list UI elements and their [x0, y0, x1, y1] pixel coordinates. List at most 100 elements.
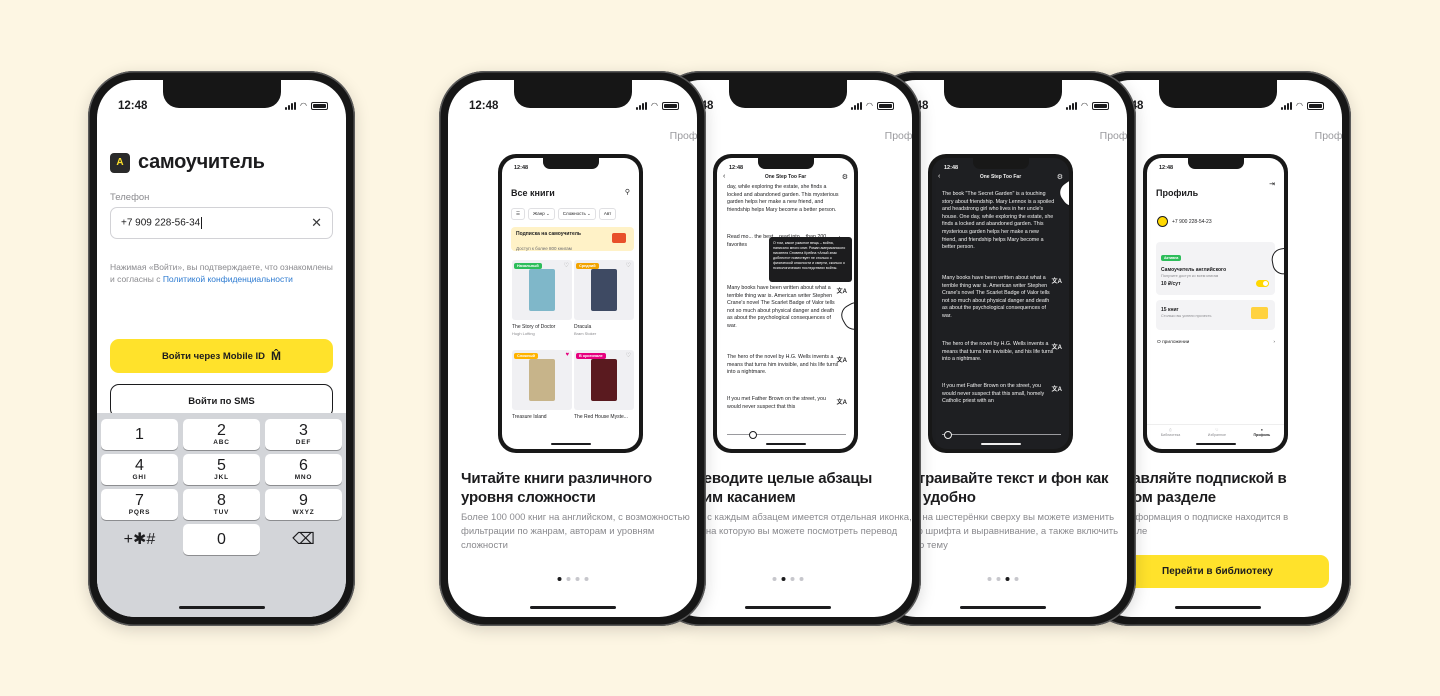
go-to-library-button[interactable]: Перейти в библиотеку: [1106, 555, 1329, 588]
key-digit: 6: [299, 457, 308, 474]
mini-phone-screen: 12:48 Все книги ⚲ ☰ Жанр ⌄ Сложность ⌄ Авт Подп…: [502, 158, 639, 449]
keypad-key-11[interactable]: 0: [183, 524, 260, 555]
profile-link[interactable]: Профиль: [670, 130, 697, 142]
chevron-right-icon: ›: [1273, 340, 1275, 345]
home-indicator: [959, 605, 1046, 609]
key-digit: 4: [135, 457, 144, 474]
mobile-id-login-button[interactable]: Войти через Mobile ID M̂: [110, 339, 333, 373]
slider-knob: [749, 430, 757, 439]
signal-icon: [636, 101, 648, 110]
translate-icon: 文A: [1051, 279, 1062, 285]
page-dots: [987, 577, 1018, 581]
translation-popup: О том, какое ужасное вещь – война, напис…: [769, 237, 852, 282]
page-dot: [1014, 577, 1018, 581]
favorite-heart-icon: ♡: [625, 353, 631, 359]
level-tag: В оригинале: [576, 353, 606, 359]
tab-label: Библиотека: [1160, 433, 1181, 437]
page-dot: [790, 577, 794, 581]
battery-icon: [877, 101, 894, 110]
settings-gear-icon: ⚙: [841, 174, 848, 181]
mini-notch: [1187, 158, 1244, 169]
onboarding-phone-1: 12:48 ◠ Профиль 12:48Все книги⚲☰Жанр ⌄Сложн…: [439, 71, 706, 626]
wifi-icon: ◠: [651, 101, 658, 110]
wifi-icon: ◠: [300, 101, 307, 110]
keypad-key-4[interactable]: 4 GHI: [101, 454, 178, 485]
mini-tab-bar: ▯ Библиотека ♡ Избранное ● Профиль: [1147, 424, 1284, 437]
translate-icon: 文A: [1051, 345, 1062, 351]
book-author: Bram Stoker: [574, 331, 597, 336]
tab-label: Избранное: [1207, 433, 1226, 437]
filter-settings-icon: ☰: [511, 208, 526, 220]
key-digit: 8: [217, 492, 226, 509]
book-author: Hugh Lofting: [512, 331, 535, 336]
cover-art: [529, 269, 555, 311]
tab-2: ♡ Избранное: [1208, 428, 1226, 437]
favorite-heart-icon: ♡: [625, 263, 631, 269]
keypad-key-8[interactable]: 8 TUV: [183, 489, 260, 520]
privacy-policy-link[interactable]: Политикой конфиденциальности: [163, 274, 293, 284]
page-dot: [987, 577, 991, 581]
level-tag: Средний: [576, 263, 599, 269]
profile-link[interactable]: Профиль: [1315, 130, 1342, 142]
reader-paragraph: If you met Father Brown on the street, y…: [727, 396, 826, 410]
keypad-key-2[interactable]: 2 ABC: [183, 419, 260, 450]
brand-name: самоучитель: [138, 151, 265, 173]
profile-link[interactable]: Профиль: [885, 130, 912, 142]
reader-paragraph: The hero of the novel by H.G. Wells inve…: [727, 354, 839, 376]
logout-icon: ⇥: [1269, 181, 1275, 188]
cover-art: [591, 269, 617, 311]
level-tag: Сложный: [514, 353, 538, 359]
phone-value: +7 909 228-56-34: [121, 217, 201, 229]
filter-chip: Жанр ⌄: [528, 208, 555, 220]
mini-status-time: 12:48: [729, 165, 744, 171]
login-screen: 12:48 ◠ А самоучитель Телефон +7 909 228…: [97, 80, 346, 617]
wifi-icon: ◠: [866, 101, 873, 110]
keypad-key-9[interactable]: 9 WXYZ: [265, 489, 342, 520]
keypad-key-1[interactable]: 1: [101, 419, 178, 450]
key-letters: TUV: [213, 509, 230, 516]
phone-input[interactable]: +7 909 228-56-34 ✕: [110, 207, 333, 239]
key-digit: 2: [217, 422, 226, 439]
key-digit: ⌫: [292, 530, 315, 548]
profile-link[interactable]: Профиль: [1100, 130, 1127, 142]
status-icons: ◠: [1066, 101, 1109, 110]
brand-header: А самоучитель: [110, 151, 265, 174]
page-dot: [584, 577, 588, 581]
status-badge: Активна: [1161, 255, 1182, 261]
signal-icon: [1281, 101, 1293, 110]
mini-phone-screen: 12:48 One Step Too Far ‹ ⚙ The book "The Sec…: [932, 158, 1069, 449]
page-dot: [799, 577, 803, 581]
key-digit: 5: [217, 457, 226, 474]
reader-paragraph: Many books have been written about what …: [727, 285, 835, 329]
filter-chip: Авт: [598, 208, 617, 220]
signal-icon: [1066, 101, 1078, 110]
mini-phone-screen: 12:48 Профиль ⇥ +7 900 228-54-23 Активна Само…: [1147, 158, 1284, 449]
onboarding-title: Настраивайте текст и фон как вам удобно: [891, 470, 1109, 506]
mini-status-time: 12:48: [514, 165, 529, 171]
mobile-id-logo-icon: M̂: [271, 349, 282, 363]
keypad-key-7[interactable]: 7 PQRS: [101, 489, 178, 520]
subscription-title: Самоучитель английского: [1161, 267, 1227, 273]
keypad-key-12[interactable]: ⌫: [265, 524, 342, 555]
promo-subtitle: Доступ к более 800 книгам: [516, 246, 572, 251]
book-cover: Средний ♡: [574, 260, 634, 320]
mini-home-indicator: [765, 443, 806, 445]
tab-icon: ●: [1260, 428, 1263, 432]
page-dots: [557, 577, 588, 581]
status-icons: ◠: [636, 101, 679, 110]
onboarding-text: Более 100 000 книг на английском, с возм…: [461, 512, 690, 551]
keypad-key-6[interactable]: 6 MNO: [265, 454, 342, 485]
clear-icon[interactable]: ✕: [311, 215, 322, 231]
onboarding-text: Нажав на шестерёнки сверху вы можете изм…: [891, 512, 1119, 551]
translate-icon: 文A: [836, 400, 847, 406]
mini-phone-preview: 12:48 One Step Too Far ‹ ⚙ The book "The Sec…: [928, 154, 1073, 453]
wifi-icon: ◠: [1081, 101, 1088, 110]
key-digit: +✱#: [123, 530, 156, 548]
keypad-key-5[interactable]: 5 JKL: [183, 454, 260, 485]
font-size-slider: [727, 430, 846, 439]
keypad-key-3[interactable]: 3 DEF: [265, 419, 342, 450]
keypad-key-10[interactable]: +✱#: [101, 524, 178, 555]
signal-icon: [851, 101, 863, 110]
onboarding-text: Рядом с каждым абзацем имеется отдельная…: [676, 512, 912, 537]
subscription-card: Активна Самоучитель английского Получите д…: [1156, 242, 1275, 295]
